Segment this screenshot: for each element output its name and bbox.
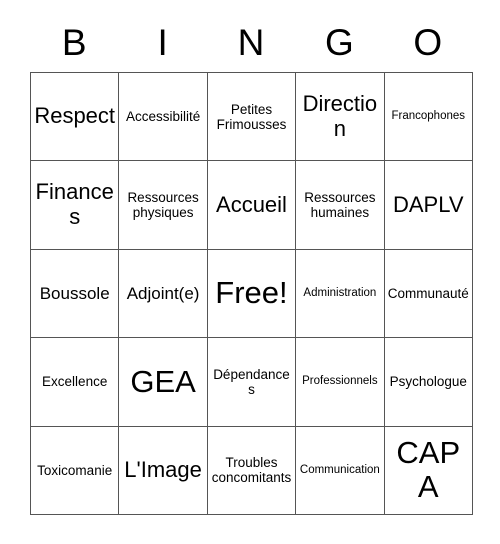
bingo-cell-label: Respect xyxy=(34,103,116,129)
bingo-cell[interactable]: DAPLV xyxy=(384,161,473,250)
bingo-cell-label: Ressources physiques xyxy=(127,189,199,221)
bingo-cell[interactable]: Communauté xyxy=(384,249,473,339)
bingo-cell[interactable]: Professionnels xyxy=(296,338,385,427)
bingo-header-letter-i: I xyxy=(157,21,168,63)
bingo-cell[interactable]: Psychologue xyxy=(384,338,473,427)
bingo-cell-label: Accessibilité xyxy=(125,109,201,125)
bingo-grid: Respect Accessibilité Petites Frimousses… xyxy=(30,72,473,515)
bingo-cell-label: Professionnels xyxy=(302,375,378,388)
bingo-cell-label: Communauté xyxy=(387,285,469,301)
bingo-header-letter-o: O xyxy=(413,21,443,63)
bingo-cell[interactable]: CAPA xyxy=(384,426,473,515)
bingo-row: Toxicomanie L'Image Troubles concomitant… xyxy=(31,426,473,515)
bingo-cell-label: Francophones xyxy=(391,110,466,123)
bingo-cell[interactable]: Francophones xyxy=(384,73,473,162)
bingo-header-letter-b: B xyxy=(61,21,87,63)
bingo-cell[interactable]: Toxicomanie xyxy=(31,426,120,515)
bingo-cell[interactable]: Petites Frimousses xyxy=(207,73,297,162)
bingo-cell[interactable]: Troubles concomitants xyxy=(207,426,297,515)
bingo-row: Boussole Adjoint(e) Free! Administration… xyxy=(31,249,473,339)
bingo-cell-label: Finances xyxy=(35,179,114,230)
bingo-cell-label: Petites Frimousses xyxy=(216,101,287,132)
bingo-cell-label: Toxicomanie xyxy=(37,462,113,478)
bingo-cell[interactable]: Adjoint(e) xyxy=(119,249,208,339)
bingo-cell[interactable]: Finances xyxy=(31,161,120,250)
bingo-cell-label: Direction xyxy=(302,91,378,141)
bingo-cell-label: Psychologue xyxy=(389,374,467,390)
bingo-cell-label: Administration xyxy=(303,287,377,300)
bingo-cell-free[interactable]: Free! xyxy=(207,249,297,339)
bingo-cell-label: Troubles concomitants xyxy=(211,455,292,486)
bingo-header-letter-g: G xyxy=(324,21,354,63)
bingo-cell[interactable]: L'Image xyxy=(119,426,208,515)
bingo-row: Finances Ressources physiques Accueil Re… xyxy=(31,161,473,250)
bingo-cell-label: Communication xyxy=(299,463,380,476)
bingo-cell-label: CAPA xyxy=(396,434,461,505)
bingo-cell-label: Boussole xyxy=(39,283,110,303)
bingo-cell-label: GEA xyxy=(130,363,196,399)
bingo-cell[interactable]: Administration xyxy=(296,249,385,339)
bingo-row: Excellence GEA Dépendances Professionnel… xyxy=(31,338,473,427)
bingo-cell[interactable]: Dépendances xyxy=(207,338,297,427)
bingo-row: Respect Accessibilité Petites Frimousses… xyxy=(31,73,473,162)
bingo-cell[interactable]: GEA xyxy=(119,338,208,427)
bingo-cell-label: Accueil xyxy=(216,191,287,217)
bingo-cell[interactable]: Ressources physiques xyxy=(119,161,208,250)
bingo-cell[interactable]: Communication xyxy=(296,426,385,515)
bingo-header-row: B I N G O xyxy=(30,14,472,72)
bingo-cell-label: Adjoint(e) xyxy=(126,283,200,303)
bingo-cell-label: Excellence xyxy=(42,374,108,390)
bingo-card: B I N G O Respect Accessibilité Petites … xyxy=(30,14,473,515)
bingo-cell[interactable]: Excellence xyxy=(31,338,120,427)
bingo-cell-label: DAPLV xyxy=(393,191,464,217)
bingo-header-letter-n: N xyxy=(237,21,265,63)
bingo-cell[interactable]: Accueil xyxy=(207,161,297,250)
bingo-free-label: Free! xyxy=(215,275,288,311)
bingo-cell[interactable]: Boussole xyxy=(31,249,120,339)
bingo-cell-label: Ressources humaines xyxy=(304,189,376,221)
bingo-cell-label: Dépendances xyxy=(213,366,290,397)
bingo-cell[interactable]: Accessibilité xyxy=(119,73,208,162)
bingo-cell[interactable]: Ressources humaines xyxy=(296,161,385,250)
bingo-cell[interactable]: Direction xyxy=(296,73,385,162)
bingo-cell-label: L'Image xyxy=(124,456,202,482)
bingo-cell[interactable]: Respect xyxy=(31,73,120,162)
